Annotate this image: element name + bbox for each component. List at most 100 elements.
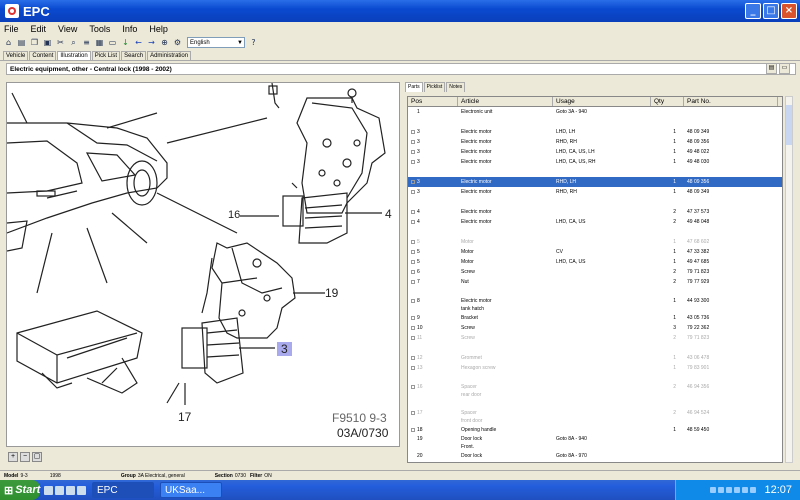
col-part-no[interactable]: Part No. <box>684 97 778 106</box>
row-checkbox[interactable] <box>411 355 415 360</box>
callout-3[interactable]: 3 <box>277 342 292 356</box>
illustration-panel[interactable]: 16 4 19 3 17 F9510 9-3 03A/0730 <box>6 82 400 447</box>
table-row[interactable]: 3 Electric motor LHD, LH 1 48 09 349 <box>408 127 782 137</box>
row-checkbox[interactable] <box>411 159 415 164</box>
table-row[interactable] <box>408 343 782 353</box>
row-checkbox[interactable] <box>411 239 415 244</box>
paste-icon[interactable]: ▣ <box>42 38 53 48</box>
callout-4[interactable]: 4 <box>385 207 392 221</box>
zoom-fit-icon[interactable]: ▢ <box>32 452 42 462</box>
language-select[interactable]: English ▼ <box>187 37 245 48</box>
row-checkbox[interactable] <box>411 335 415 340</box>
row-checkbox[interactable] <box>411 209 415 214</box>
table-row[interactable]: 3 Electric motor RHD, RH 1 48 09 356 <box>408 137 782 147</box>
tab-content[interactable]: Content <box>29 51 57 60</box>
cut-icon[interactable]: ✂ <box>55 38 66 48</box>
callout-16[interactable]: 16 <box>228 209 240 221</box>
tab-notes[interactable]: Notes <box>446 82 466 92</box>
table-row[interactable] <box>408 227 782 237</box>
row-checkbox[interactable] <box>411 249 415 254</box>
home-icon[interactable]: ⌂ <box>3 38 14 48</box>
col-pos[interactable]: Pos <box>408 97 458 106</box>
tray-icon[interactable] <box>718 487 725 493</box>
row-checkbox[interactable] <box>411 179 415 184</box>
table-row[interactable]: 4 Electric motor LHD, CA, US 2 49 48 048 <box>408 217 782 227</box>
help-icon[interactable]: ? <box>248 38 259 48</box>
col-article[interactable]: Article <box>458 97 553 106</box>
copy-icon[interactable]: ❐ <box>29 38 40 48</box>
table-row[interactable]: 17 Spacer front door 2 46 94 524 <box>408 409 782 425</box>
row-checkbox[interactable] <box>411 259 415 264</box>
row-checkbox[interactable] <box>411 384 415 389</box>
table-row[interactable]: 20 Door lock Goto 8A - 970 <box>408 451 782 461</box>
table-row[interactable]: 3 Electric motor LHD, CA, US, RH 1 49 48 030 <box>408 157 782 167</box>
tray-icon[interactable] <box>742 487 749 493</box>
col-qty[interactable]: Qty <box>651 97 684 106</box>
scrollbar-thumb[interactable] <box>786 105 792 145</box>
table-row[interactable]: 10 Screw 3 79 22 362 <box>408 323 782 333</box>
table-row[interactable]: 6 Screw 2 79 71 823 <box>408 267 782 277</box>
note-icon[interactable]: ▭ <box>779 63 790 74</box>
tray-icon[interactable] <box>750 487 757 493</box>
table-row[interactable] <box>408 197 782 207</box>
back-arrow-icon[interactable]: ← <box>133 38 144 48</box>
table-row[interactable]: 13 Hexagon screw 1 79 83 901 <box>408 363 782 373</box>
callout-19[interactable]: 19 <box>325 286 338 300</box>
table-row[interactable] <box>408 167 782 177</box>
go-icon[interactable]: ↓ <box>120 38 131 48</box>
start-button[interactable]: ⊞ Start <box>0 480 40 500</box>
table-row[interactable]: 11 Screw 2 79 71 823 <box>408 333 782 343</box>
row-checkbox[interactable] <box>411 219 415 224</box>
menu-tools[interactable]: Tools <box>89 24 110 34</box>
doc-icon[interactable]: ▭ <box>107 38 118 48</box>
print-icon[interactable]: ▤ <box>16 38 27 48</box>
table-row[interactable]: 5 Motor 1 47 68 602 <box>408 237 782 247</box>
tray-icon[interactable] <box>734 487 741 493</box>
tray-icon[interactable] <box>710 487 717 493</box>
table-row[interactable]: 19 Door lock Front. Goto 8A - 940 <box>408 435 782 451</box>
table-row[interactable]: 5 Motor LHD, CA, US 1 49 47 685 <box>408 257 782 267</box>
tab-vehicle[interactable]: Vehicle <box>3 51 29 60</box>
tab-picklist[interactable]: Picklist <box>423 82 446 92</box>
forward-arrow-icon[interactable]: → <box>146 38 157 48</box>
tab-pick-list[interactable]: Pick List <box>91 51 121 60</box>
row-checkbox[interactable] <box>411 129 415 134</box>
minimize-button[interactable]: _ <box>745 3 761 19</box>
table-row[interactable] <box>408 399 782 409</box>
table-row[interactable]: 4 Electric motor 2 47 37 573 <box>408 207 782 217</box>
zoom-out-icon[interactable]: − <box>20 452 30 462</box>
row-checkbox[interactable] <box>411 149 415 154</box>
row-checkbox[interactable] <box>411 189 415 194</box>
media-icon[interactable] <box>77 485 86 495</box>
row-checkbox[interactable] <box>411 365 415 370</box>
tray-icon[interactable] <box>726 487 733 493</box>
table-row[interactable]: 9 Bracket 1 43 05 736 <box>408 313 782 323</box>
close-button[interactable]: × <box>781 3 797 19</box>
desktop-icon[interactable] <box>55 485 64 495</box>
ie-icon[interactable] <box>44 485 53 495</box>
table-row[interactable] <box>408 117 782 127</box>
menu-info[interactable]: Info <box>122 24 137 34</box>
table-row[interactable]: 3 Electric motor RHD, LH 1 48 09 356 <box>408 177 782 187</box>
table-row[interactable]: 16 Spacer rear door 2 46 94 356 <box>408 383 782 399</box>
callout-17[interactable]: 17 <box>178 410 191 424</box>
table-row[interactable]: 12 Grommet 1 43 06 478 <box>408 353 782 363</box>
maximize-button[interactable]: □ <box>763 3 779 19</box>
menu-edit[interactable]: Edit <box>31 24 47 34</box>
explorer-icon[interactable] <box>66 485 75 495</box>
table-row[interactable] <box>408 287 782 297</box>
menu-help[interactable]: Help <box>149 24 168 34</box>
table-icon[interactable]: ▦ <box>94 38 105 48</box>
table-row[interactable]: 8 Electric motor tank hatch 1 44 93 300 <box>408 297 782 313</box>
menu-file[interactable]: File <box>4 24 19 34</box>
task-uksaa[interactable]: UKSaa... <box>160 482 222 498</box>
table-row[interactable]: 18 Opening handle 1 48 59 450 <box>408 425 782 435</box>
table-row[interactable] <box>408 373 782 383</box>
menu-view[interactable]: View <box>58 24 77 34</box>
tab-parts[interactable]: Parts <box>405 82 423 92</box>
col-usage[interactable]: Usage <box>553 97 651 106</box>
table-row[interactable]: 1 Electronic unit Goto 3A - 940 <box>408 107 782 117</box>
table-row[interactable]: 3 Electric motor LHD, CA, US, LH 1 49 48 022 <box>408 147 782 157</box>
tab-search[interactable]: Search <box>121 51 147 60</box>
zoom-icon[interactable]: ⊕ <box>159 38 170 48</box>
